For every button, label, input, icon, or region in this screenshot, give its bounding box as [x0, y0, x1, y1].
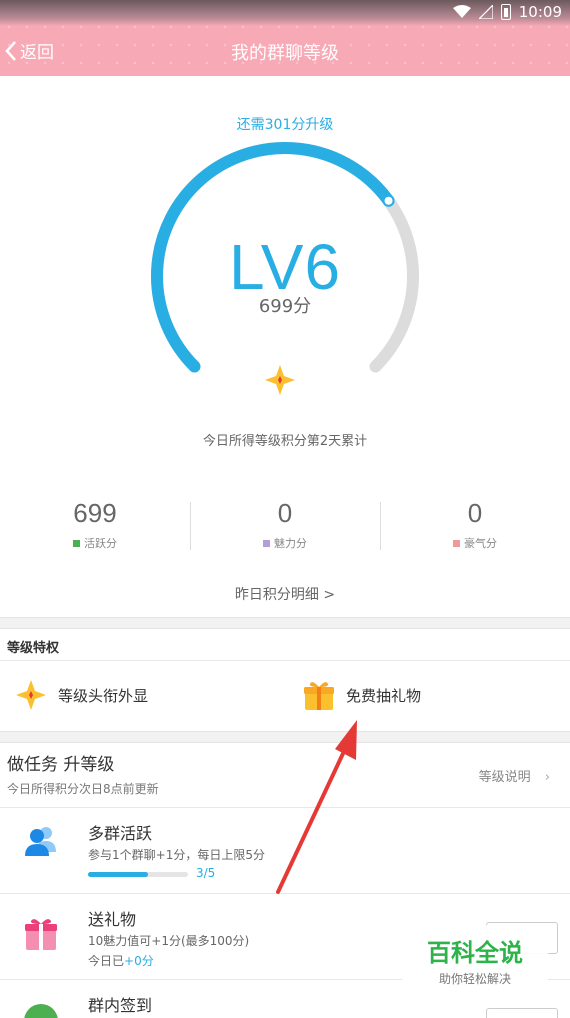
tasks-title: 做任务 升等级 — [7, 755, 115, 775]
task-desc: 参与1个群聊+1分，每日上限5分 — [88, 848, 265, 862]
today-value: +0分 — [124, 954, 154, 968]
stat-value: 0 — [467, 498, 483, 528]
divider — [0, 660, 570, 661]
battery-icon — [500, 4, 511, 20]
star-badge-icon — [265, 365, 295, 395]
level-points: 699分 — [258, 296, 312, 317]
task-desc: 10魅力值可+1分(最多100分) — [88, 934, 250, 948]
today-prefix: 今日已 — [88, 954, 125, 968]
task-action-button[interactable] — [486, 1008, 558, 1018]
gift-icon — [304, 682, 334, 710]
stat-active: 699 活跃分 — [0, 498, 190, 558]
legend-square — [73, 539, 80, 547]
task-today-progress: 今日已+0分 — [88, 952, 154, 969]
upgrade-hint: 还需301分升级 — [236, 117, 334, 133]
status-time: 10:09 — [518, 3, 562, 21]
task-progress-bar — [88, 872, 188, 877]
task-name: 多群活跃 — [88, 824, 153, 843]
watermark-subtitle: 助你轻松解决 — [438, 972, 511, 986]
task-name: 送礼物 — [88, 910, 137, 929]
stat-label: 魅力分 — [274, 537, 307, 550]
stat-value: 699 — [73, 498, 117, 528]
level-gauge: 还需301分升级 LV6 699分 今日所得等级积分第2天累计 — [0, 76, 570, 466]
stat-generosity: 0 豪气分 — [380, 498, 570, 558]
signal-icon — [478, 5, 493, 19]
status-bar: 10:09 — [0, 0, 570, 26]
privileges-title: 等级特权 — [7, 641, 60, 656]
level-rules-label: 等级说明 — [478, 770, 531, 785]
privilege-label: 等级头衔外显 — [58, 686, 149, 705]
chevron-right-icon: › — [544, 770, 550, 785]
users-icon — [25, 827, 56, 856]
task-progress-fill — [88, 872, 148, 877]
tasks-subtitle: 今日所得积分次日8点前更新 — [7, 782, 159, 796]
stat-value: 0 — [277, 498, 293, 528]
watermark: 百科全说 助你轻松解决 — [402, 925, 548, 995]
accumulation-note: 今日所得等级积分第2天累计 — [202, 434, 368, 449]
task-multi-group[interactable]: 多群活跃 参与1个群聊+1分，每日上限5分 3/5 — [0, 808, 570, 894]
section-divider — [0, 617, 570, 629]
privilege-free-gift[interactable]: 免费抽礼物 — [302, 678, 421, 712]
section-divider — [0, 731, 570, 743]
yesterday-details-link[interactable]: 昨日积分明细 > — [0, 584, 570, 604]
privilege-label: 免费抽礼物 — [346, 686, 422, 705]
header-bar: 10:09 返回 我的群聊等级 — [0, 0, 570, 76]
stat-label: 活跃分 — [84, 537, 117, 550]
star-icon — [16, 680, 46, 710]
task-name: 群内签到 — [88, 996, 153, 1015]
gift-box-icon — [25, 919, 57, 950]
legend-square — [453, 539, 460, 547]
checkin-icon — [24, 1004, 58, 1018]
ring-progress-dot — [382, 194, 395, 207]
page-title: 我的群聊等级 — [231, 43, 339, 64]
wifi-icon — [452, 5, 471, 18]
legend-square — [263, 539, 270, 547]
stat-charm: 0 魅力分 — [190, 498, 380, 558]
watermark-title: 百科全说 — [427, 939, 523, 967]
task-progress-text: 3/5 — [196, 866, 216, 880]
privilege-title-display[interactable]: 等级头衔外显 — [14, 678, 148, 712]
level-rules-link[interactable]: 等级说明 › — [479, 766, 550, 785]
score-stats: 699 活跃分 0 魅力分 0 豪气分 — [0, 498, 570, 558]
stat-label: 豪气分 — [464, 537, 497, 550]
